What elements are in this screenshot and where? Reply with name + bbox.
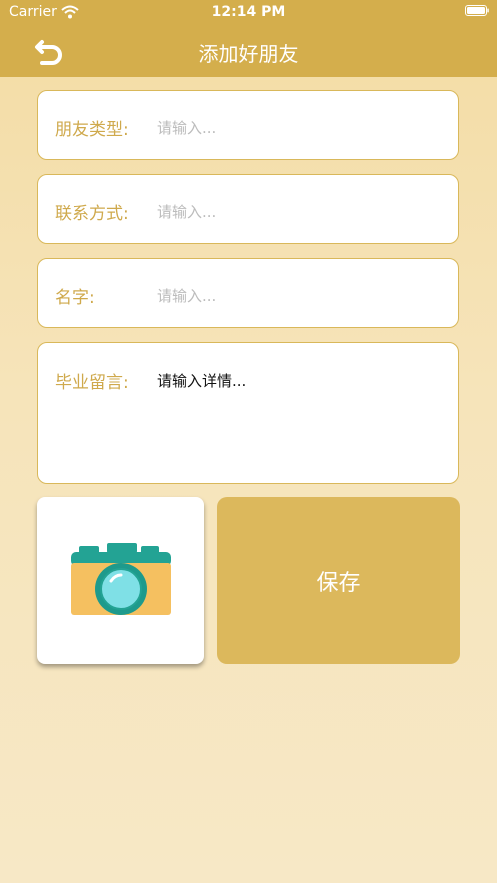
message-textarea[interactable]: 请输入详情... — [157, 370, 246, 391]
page-title: 添加好朋友 — [198, 42, 299, 66]
message-field[interactable]: 毕业留言: 请输入详情... — [37, 342, 459, 484]
contact-input[interactable]: 请输入... — [157, 201, 216, 222]
status-time: 12:14 PM — [211, 4, 286, 20]
friend-type-label: 朋友类型: — [55, 120, 129, 140]
camera-icon — [70, 542, 171, 615]
photo-picker-button[interactable] — [37, 497, 204, 664]
message-label: 毕业留言: — [55, 373, 129, 393]
save-button[interactable]: 保存 — [217, 497, 460, 664]
contact-label: 联系方式: — [55, 204, 129, 224]
contact-field[interactable]: 联系方式: 请输入... — [37, 174, 459, 244]
name-label: 名字: — [55, 288, 95, 308]
friend-type-field[interactable]: 朋友类型: 请输入... — [37, 90, 459, 160]
status-bar: Carrier 12:14 PM — [0, 0, 497, 26]
navigation-bar: Carrier 12:14 PM 添加好朋友 — [0, 0, 497, 77]
battery-icon — [465, 5, 489, 16]
friend-type-input[interactable]: 请输入... — [157, 117, 216, 138]
name-field[interactable]: 名字: 请输入... — [37, 258, 459, 328]
name-input[interactable]: 请输入... — [157, 285, 216, 306]
